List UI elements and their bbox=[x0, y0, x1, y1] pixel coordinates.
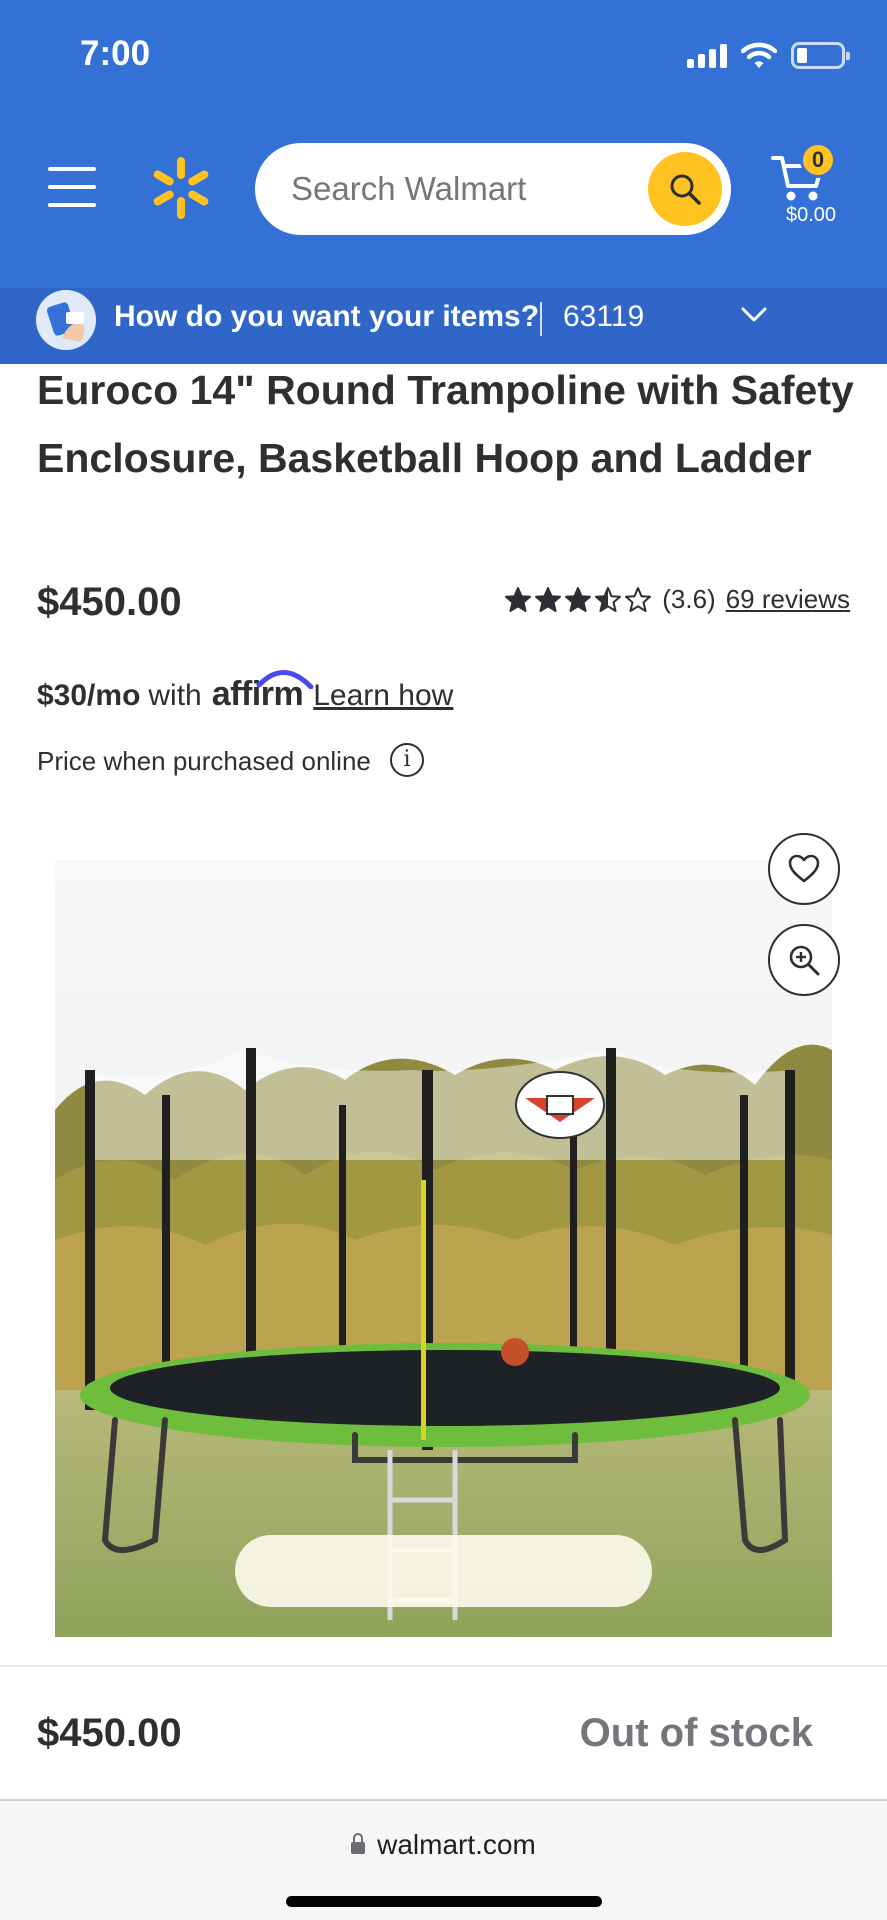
price-note: Price when purchased online bbox=[37, 746, 371, 776]
cart-button[interactable]: 0 $0.00 bbox=[768, 142, 854, 232]
zoom-in-icon bbox=[789, 945, 820, 976]
star-icon bbox=[565, 587, 592, 612]
sticky-price: $450.00 bbox=[37, 1711, 182, 1755]
financing-with: with bbox=[148, 679, 202, 712]
delivery-selector[interactable]: How do you want your items? 63119 bbox=[0, 288, 887, 364]
home-indicator[interactable] bbox=[286, 1896, 602, 1907]
search-bar[interactable]: Search Walmart bbox=[255, 143, 731, 235]
delivery-prompt: How do you want your items? bbox=[114, 300, 540, 333]
status-icons bbox=[687, 40, 850, 70]
info-icon[interactable]: i bbox=[390, 743, 424, 777]
rating-value: (3.6) bbox=[662, 584, 716, 614]
menu-button[interactable] bbox=[48, 167, 98, 207]
zoom-button[interactable] bbox=[768, 924, 840, 996]
search-icon bbox=[670, 174, 701, 205]
affirm-logo: affirm bbox=[212, 670, 314, 714]
cart-total: $0.00 bbox=[785, 204, 837, 226]
lock-icon bbox=[351, 1833, 366, 1854]
walmart-spark-logo[interactable] bbox=[150, 157, 212, 219]
star-icon bbox=[535, 587, 562, 612]
delivery-illustration-icon bbox=[36, 290, 96, 350]
star-icon bbox=[505, 587, 532, 612]
url-text: walmart.com bbox=[377, 1829, 536, 1860]
trampoline-photo bbox=[55, 860, 832, 1637]
wifi-icon bbox=[741, 42, 777, 68]
affirm-arc-icon bbox=[256, 670, 314, 689]
signal-icon bbox=[687, 42, 727, 68]
rating-stars bbox=[504, 586, 652, 613]
product-image[interactable] bbox=[55, 860, 832, 1637]
product-title: Euroco 14" Round Trampoline with Safety … bbox=[37, 367, 854, 481]
url-display[interactable]: walmart.com bbox=[0, 1829, 887, 1861]
cart-count-badge: 0 bbox=[800, 142, 836, 178]
app-header: 7:00 Search Walmart 0 $0.00 How do you w… bbox=[0, 0, 887, 364]
image-pager-indicator[interactable] bbox=[235, 1535, 652, 1607]
monthly-amount: $30/mo bbox=[37, 679, 141, 712]
star-icon bbox=[595, 587, 622, 612]
star-icon bbox=[625, 587, 652, 612]
status-time: 7:00 bbox=[80, 34, 151, 73]
availability-status: Out of stock bbox=[579, 1711, 813, 1755]
battery-icon bbox=[791, 41, 850, 69]
product-rating[interactable]: (3.6) 69 reviews bbox=[504, 584, 850, 615]
delivery-divider bbox=[540, 302, 542, 336]
heart-icon bbox=[788, 854, 820, 883]
search-input[interactable]: Search Walmart bbox=[291, 170, 648, 208]
favorite-button[interactable] bbox=[768, 833, 840, 905]
affirm-financing: $30/mo with affirm Learn how bbox=[37, 670, 453, 714]
sticky-purchase-bar: $450.00 Out of stock bbox=[0, 1665, 887, 1801]
product-price: $450.00 bbox=[37, 580, 182, 624]
reviews-link[interactable]: 69 reviews bbox=[726, 584, 850, 615]
search-button[interactable] bbox=[648, 152, 722, 226]
learn-how-link[interactable]: Learn how bbox=[313, 679, 453, 713]
browser-address-bar[interactable]: walmart.com bbox=[0, 1801, 887, 1920]
delivery-zip: 63119 bbox=[563, 300, 645, 333]
chevron-down-icon bbox=[741, 307, 767, 322]
